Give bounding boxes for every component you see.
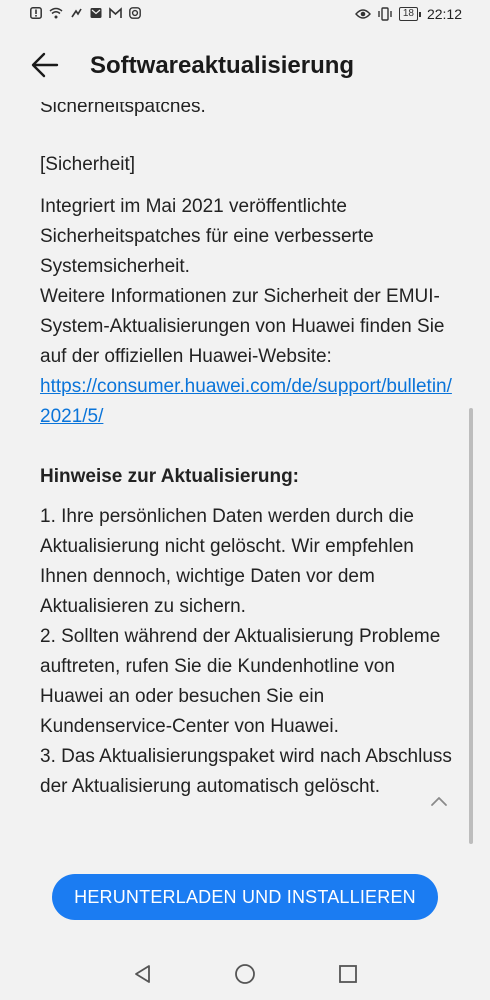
instagram-icon: [129, 7, 141, 19]
scrollbar[interactable]: [469, 408, 473, 844]
battery-tip: [418, 11, 421, 17]
arrow-left-icon: [31, 52, 59, 78]
chevron-up-icon: [431, 797, 447, 806]
collapse-button[interactable]: [428, 792, 450, 810]
update-notes-heading: Hinweise zur Aktualisierung:: [40, 466, 300, 487]
page-title: Softwareaktualisierung: [90, 52, 355, 79]
status-bar: 18 22:12: [0, 0, 490, 30]
wifi-icon: [49, 7, 63, 19]
security-text: Integriert im Mai 2021 veröffentlichte S…: [40, 196, 374, 277]
security-bulletin-link[interactable]: https://consumer.huawei.com/de/support/b…: [40, 372, 460, 432]
vibrate-icon: [378, 7, 392, 21]
message-icon: [90, 8, 102, 18]
home-circle-icon: [235, 964, 255, 984]
nav-home-button[interactable]: [233, 962, 257, 986]
nav-back-button[interactable]: [131, 962, 155, 986]
battery-icon: 18: [398, 7, 421, 21]
nav-recents-button[interactable]: [336, 962, 360, 986]
alert-icon: [30, 7, 42, 19]
note-item-1: 1. Ihre persönlichen Daten werden durch …: [40, 506, 414, 617]
screen: 18 22:12 Softwareaktualisierung Sicherhe…: [0, 0, 490, 1000]
back-triangle-icon: [135, 965, 150, 983]
download-and-install-button[interactable]: HERUNTERLADEN UND INSTALLIEREN: [52, 874, 438, 920]
eye-icon: [354, 9, 371, 19]
status-right-icons: 18 22:12: [354, 6, 462, 22]
navigation-bar: [0, 948, 490, 1000]
gmail-icon: [109, 7, 122, 18]
release-notes: Sicherheitspatches. [Sicherheit] Integri…: [40, 82, 460, 802]
note-item-2: 2. Sollten während der Aktualisierung Pr…: [40, 626, 441, 737]
note-item-3: 3. Das Aktualisierungspaket wird nach Ab…: [40, 746, 452, 797]
recents-square-icon: [339, 965, 357, 983]
clock: 22:12: [426, 6, 462, 22]
more-info-text: Weitere Informationen zur Sicherheit der…: [40, 286, 445, 367]
app-bar: Softwareaktualisierung: [0, 30, 490, 102]
battery-level: 18: [398, 7, 418, 21]
status-left-icons: [30, 7, 141, 19]
link-icon: [71, 8, 82, 18]
security-heading: [Sicherheit]: [40, 154, 136, 175]
back-button[interactable]: [30, 46, 78, 86]
